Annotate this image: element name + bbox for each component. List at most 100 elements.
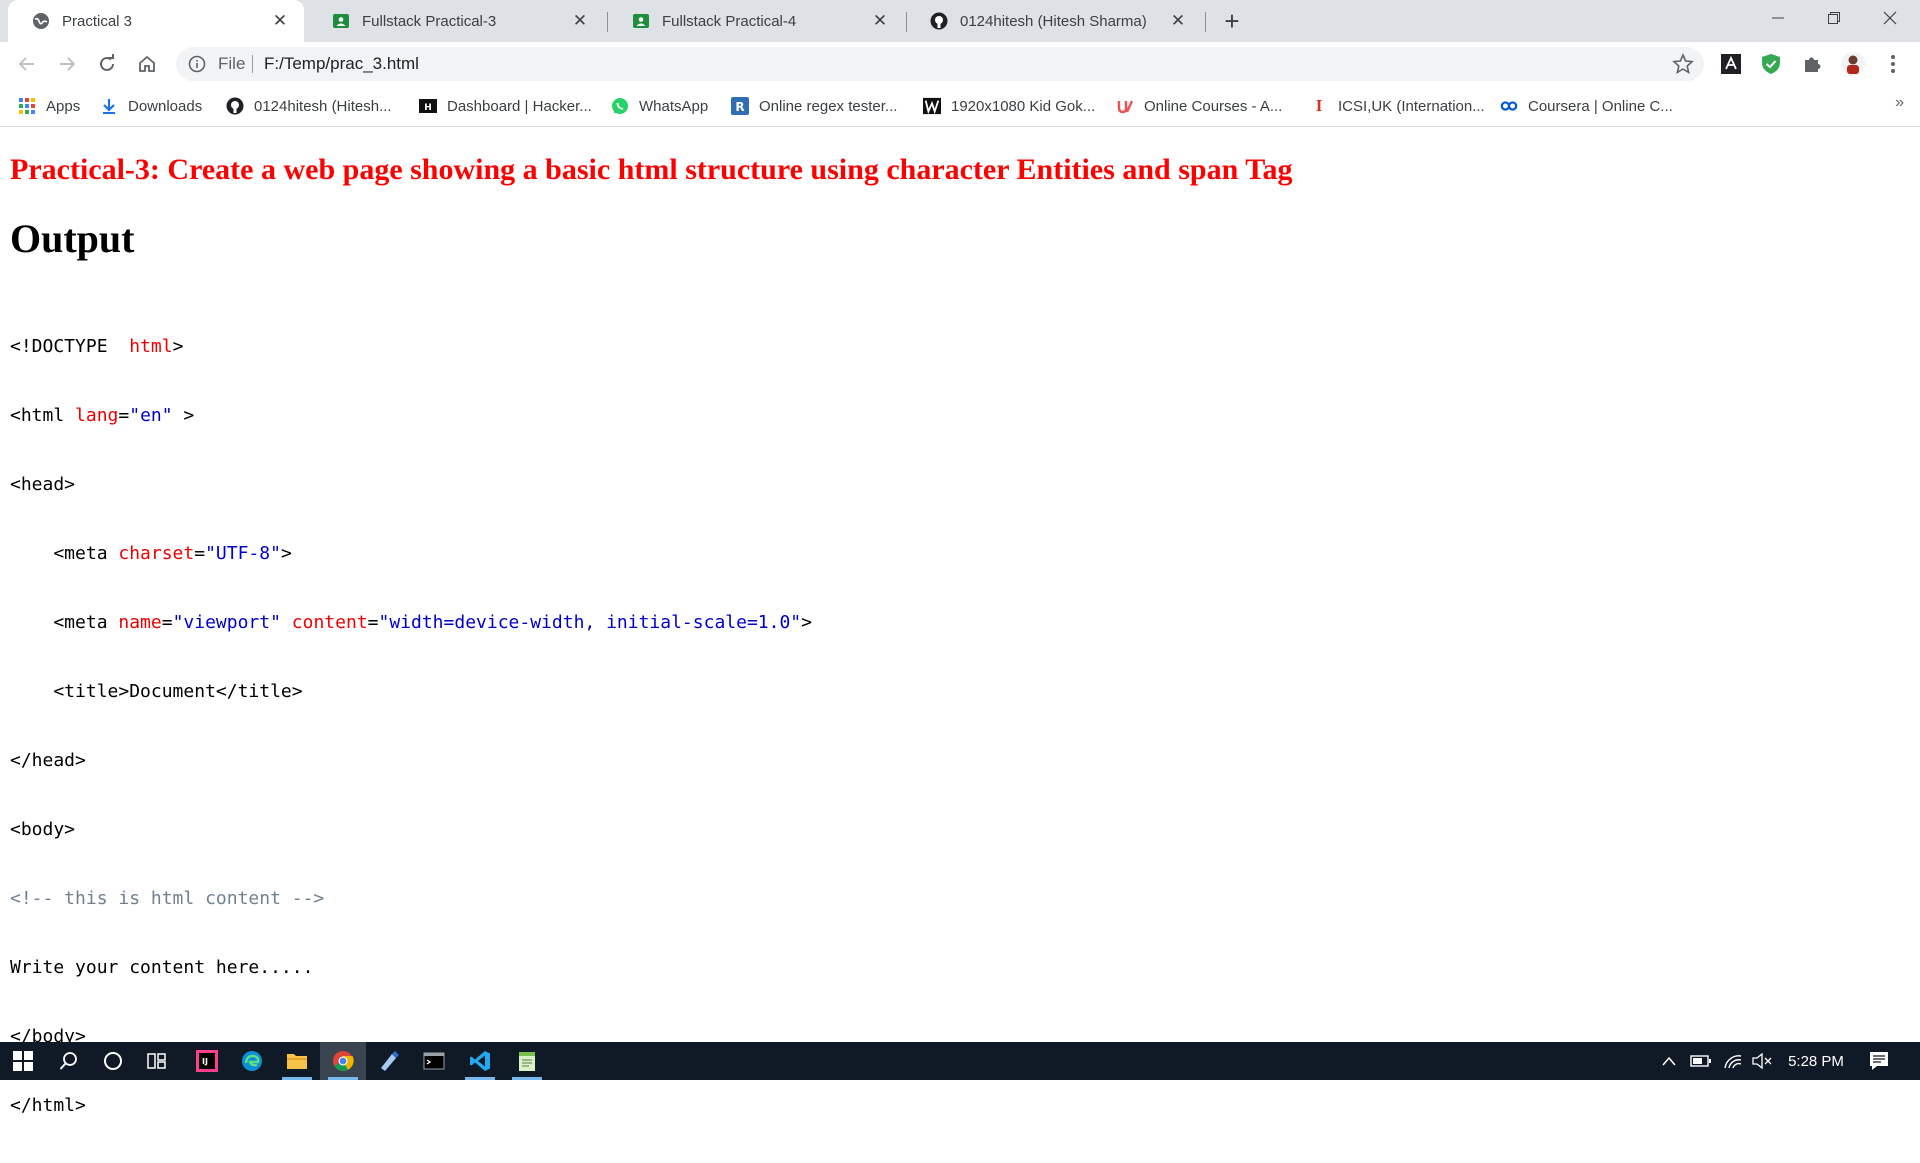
search-button[interactable] — [46, 1042, 92, 1080]
bookmark-regex-tester[interactable]: R Online regex tester... — [731, 94, 897, 118]
code-line-meta-viewport: <meta name="viewport" content="width=dev… — [10, 612, 812, 633]
bookmark-icsi-uk[interactable]: I ICSI,UK (Internation... — [1310, 94, 1485, 118]
home-button[interactable] — [132, 49, 162, 79]
show-hidden-icons-button[interactable] — [1656, 1042, 1682, 1080]
code-line-head-close: </head> — [10, 750, 86, 771]
code-line-comment: <!-- this is html content --> — [10, 888, 325, 909]
bookmark-whatsapp[interactable]: WhatsApp — [611, 94, 708, 118]
restore-button[interactable] — [1806, 0, 1862, 36]
close-tab-icon[interactable]: ✕ — [270, 11, 290, 31]
info-icon[interactable] — [188, 55, 206, 73]
extension-a-button[interactable] — [1718, 51, 1744, 77]
profile-button[interactable] — [1840, 51, 1866, 77]
restore-icon — [1828, 12, 1840, 24]
notepad-icon — [519, 1052, 535, 1071]
tab-practical-3[interactable]: Practical 3 ✕ — [8, 0, 304, 42]
code-line-meta-charset: <meta charset="UTF-8"> — [10, 543, 292, 564]
classroom-icon — [632, 12, 650, 30]
taskbar-terminal[interactable] — [411, 1042, 457, 1080]
taskbar-file-explorer[interactable] — [274, 1042, 320, 1080]
taskbar-edge[interactable] — [229, 1042, 275, 1080]
code-sample: <!DOCTYPE html> <html lang="en" > <head>… — [10, 289, 812, 1163]
udemy-icon — [1116, 97, 1134, 115]
code-line-head-open: <head> — [10, 474, 76, 495]
bookmark-coursera[interactable]: Coursera | Online C... — [1500, 94, 1673, 118]
clock[interactable]: 5:28 PM — [1782, 1042, 1850, 1080]
battery-icon — [1690, 1055, 1711, 1067]
minimize-icon — [1772, 17, 1784, 19]
wallpaper-icon — [923, 97, 941, 115]
close-window-button[interactable] — [1862, 0, 1918, 36]
taskbar-paint-3d[interactable] — [366, 1042, 412, 1080]
arrow-right-icon — [60, 57, 76, 71]
bookmark-github[interactable]: 0124hitesh (Hitesh... — [226, 94, 392, 118]
tab-github-profile[interactable]: 0124hitesh (Hitesh Sharma) ✕ — [906, 0, 1202, 42]
shield-icon — [1762, 54, 1780, 74]
bookmark-star-icon[interactable] — [1672, 53, 1694, 75]
bookmark-apps[interactable]: Apps — [18, 94, 80, 118]
action-center-button[interactable] — [1864, 1042, 1894, 1080]
extensions-button[interactable] — [1799, 51, 1825, 77]
globe-icon — [32, 12, 50, 30]
regex-icon: R — [731, 97, 749, 115]
tab-strip: Practical 3 ✕ Fullstack Practical-3 ✕ Fu… — [0, 0, 1920, 42]
chrome-icon — [333, 1051, 354, 1071]
chrome-menu-button[interactable] — [1880, 51, 1906, 77]
github-icon — [226, 97, 244, 115]
shield-extension-button[interactable] — [1758, 51, 1784, 77]
edge-icon — [242, 1051, 262, 1071]
tab-fullstack-practical-3[interactable]: Fullstack Practical-3 ✕ — [308, 0, 604, 42]
terminal-icon — [423, 1052, 445, 1070]
bookmark-wallpaper[interactable]: 1920x1080 Kid Gok... — [923, 94, 1095, 118]
reload-button[interactable] — [92, 49, 122, 79]
windows-taskbar: IJ 5:28 PM — [0, 1042, 1920, 1080]
bookmark-downloads[interactable]: Downloads — [100, 94, 202, 118]
taskbar-vscode[interactable] — [457, 1042, 503, 1080]
back-button[interactable] — [12, 49, 42, 79]
bookmark-online-courses[interactable]: Online Courses - A... — [1116, 94, 1282, 118]
cortana-icon — [104, 1052, 122, 1070]
tab-divider — [1205, 12, 1206, 32]
extension-a-icon — [1721, 54, 1741, 74]
battery-button[interactable] — [1688, 1042, 1714, 1080]
tab-fullstack-practical-4[interactable]: Fullstack Practical-4 ✕ — [608, 0, 904, 42]
coursera-icon — [1500, 97, 1518, 115]
bookmark-hackerrank[interactable]: H Dashboard | Hacker... — [419, 94, 592, 118]
icsi-icon: I — [1315, 96, 1323, 115]
apps-grid-icon — [18, 97, 36, 115]
code-line-title: <title>Document</title> — [10, 681, 303, 702]
output-heading: Output — [10, 216, 135, 261]
page-heading: Practical-3: Create a web page showing a… — [10, 153, 1293, 186]
arrow-left-icon — [18, 57, 34, 71]
volume-button[interactable] — [1750, 1042, 1776, 1080]
notification-icon — [1870, 1052, 1888, 1070]
taskbar-intellij[interactable]: IJ — [184, 1042, 230, 1080]
volume-muted-icon — [1752, 1053, 1772, 1069]
code-line-html-open: <html lang="en" > — [10, 405, 195, 426]
start-button[interactable] — [0, 1042, 46, 1080]
classroom-icon — [332, 12, 350, 30]
url-text[interactable]: F:/Temp/prac_3.html — [264, 54, 419, 74]
network-button[interactable] — [1720, 1042, 1746, 1080]
close-tab-icon[interactable]: ✕ — [570, 11, 590, 31]
task-view-button[interactable] — [134, 1042, 180, 1080]
new-tab-button[interactable]: + — [1218, 5, 1246, 36]
cortana-button[interactable] — [90, 1042, 136, 1080]
bookmarks-overflow-button[interactable]: » — [1895, 94, 1904, 112]
github-icon — [930, 12, 948, 30]
close-tab-icon[interactable]: ✕ — [1168, 11, 1188, 31]
url-scheme-label: File — [218, 54, 246, 73]
taskbar-chrome[interactable] — [320, 1042, 366, 1080]
reload-icon — [100, 54, 114, 71]
code-line-html-close: </html> — [10, 1095, 86, 1116]
plus-icon: + — [1224, 5, 1240, 36]
windows-start-icon — [13, 1051, 33, 1071]
address-bar[interactable]: File F:/Temp/prac_3.html — [176, 47, 1704, 81]
whatsapp-icon — [611, 97, 629, 115]
close-tab-icon[interactable]: ✕ — [870, 11, 890, 31]
paint-3d-icon — [381, 1051, 399, 1071]
minimize-button[interactable] — [1750, 0, 1806, 36]
forward-button[interactable] — [52, 49, 82, 79]
chevron-up-icon — [1662, 1056, 1676, 1066]
taskbar-notepad[interactable] — [504, 1042, 550, 1080]
